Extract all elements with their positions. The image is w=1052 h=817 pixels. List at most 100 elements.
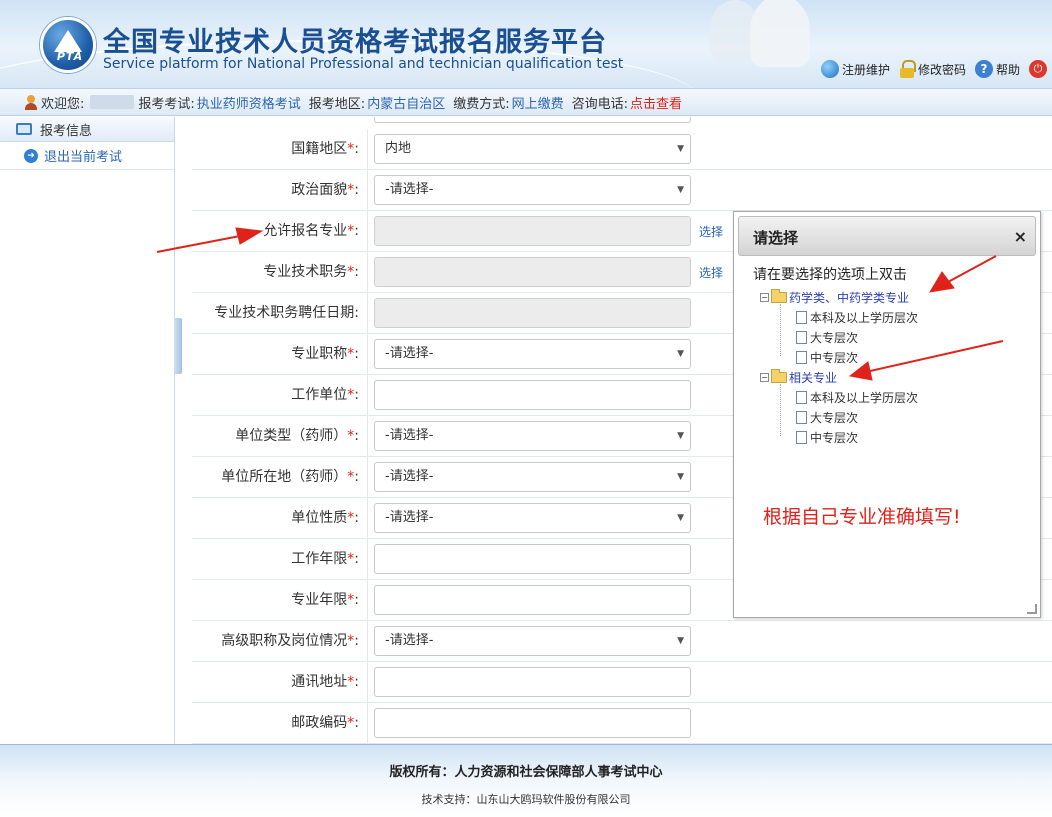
tree-leaf-node[interactable]: 本科及以上学历层次 xyxy=(796,308,918,326)
form-row: 政治面貌*: -请选择- xyxy=(192,170,1052,211)
help-icon: ? xyxy=(974,60,993,78)
tree-folder-label[interactable]: 相关专业 xyxy=(789,369,837,386)
select-field[interactable]: -请选择- xyxy=(374,421,691,451)
select-field[interactable]: -请选择- xyxy=(374,503,691,533)
tech-support-text: 技术支持：山东山大鸥玛软件股份有限公司 xyxy=(421,793,631,806)
site-header: PTA 全国专业技术人员资格考试报名服务平台 Service platform … xyxy=(0,0,1052,88)
field-label: 专业职称*: xyxy=(192,334,368,374)
close-icon[interactable]: × xyxy=(1014,227,1027,246)
tree-leaf-node[interactable]: 中专层次 xyxy=(796,348,858,366)
sidebar-item-exit-exam[interactable]: ➜ 退出当前考试 xyxy=(0,142,174,170)
text-field[interactable] xyxy=(374,544,691,574)
label-colon: : xyxy=(354,428,359,444)
field-label-text: 工作单位 xyxy=(291,387,348,403)
field-label-text: 通讯地址 xyxy=(291,674,348,690)
label-colon: : xyxy=(354,141,359,157)
change-password-link[interactable]: 修改密码 xyxy=(899,60,966,78)
text-field[interactable] xyxy=(374,585,691,615)
tree-leaf-node[interactable]: 中专层次 xyxy=(796,428,858,446)
field-label: 单位性质*: xyxy=(192,498,368,538)
sidebar-collapse-handle[interactable] xyxy=(174,318,182,374)
field-label: 政治面貌*: xyxy=(192,170,368,210)
phone-view-link[interactable]: 点击查看 xyxy=(630,93,682,112)
field-label-text: 政治面貌 xyxy=(291,182,348,198)
label-colon: : xyxy=(354,182,359,198)
label-colon: : xyxy=(354,715,359,731)
sidebar-header-label: 报考信息 xyxy=(40,123,93,139)
field-label-text: 单位所在地（药师） xyxy=(221,469,348,485)
exam-label: 报考考试: xyxy=(138,96,195,112)
collapse-toggle-icon[interactable]: − xyxy=(760,372,769,382)
region-value: 内蒙古自治区 xyxy=(367,96,446,112)
tree-leaf-label[interactable]: 本科及以上学历层次 xyxy=(810,389,918,406)
logout-button[interactable]: ⏻ xyxy=(1029,60,1047,78)
tree-leaf-label[interactable]: 大专层次 xyxy=(810,409,858,426)
tree-leaf-label[interactable]: 中专层次 xyxy=(810,429,858,446)
register-maintain-link[interactable]: 注册维护 xyxy=(820,60,890,78)
field-label-text: 专业技术职务聘任日期 xyxy=(214,305,355,321)
select-field[interactable]: -请选择- xyxy=(374,462,691,492)
field-label: 高级职称及岗位情况*: xyxy=(192,621,368,661)
field-label: 单位类型（药师）*: xyxy=(192,416,368,456)
field-label: 专业技术职务聘任日期: xyxy=(192,293,368,333)
label-colon: : xyxy=(354,346,359,362)
field-label: 通讯地址*: xyxy=(192,662,368,702)
tree-folder-label[interactable]: 药学类、中药学类专业 xyxy=(789,289,909,306)
readonly-field[interactable] xyxy=(374,298,691,328)
field-label-text: 国籍地区 xyxy=(291,141,348,157)
welcome-label: 欢迎您: xyxy=(41,96,85,112)
form-row: 邮政编码*: xyxy=(192,703,1052,744)
readonly-field[interactable] xyxy=(374,216,691,246)
tree-leaf-node[interactable]: 大专层次 xyxy=(796,328,858,346)
text-field[interactable] xyxy=(374,708,691,738)
form-row: 国籍地区*: 内地 xyxy=(192,129,1052,170)
label-colon: : xyxy=(354,510,359,526)
select-field[interactable]: -请选择- xyxy=(374,626,691,656)
text-field[interactable] xyxy=(374,667,691,697)
region-label: 报考地区: xyxy=(308,96,366,112)
folder-icon xyxy=(771,288,787,303)
site-title-en: Service platform for National Profession… xyxy=(103,56,624,72)
tree-leaf-node[interactable]: 本科及以上学历层次 xyxy=(796,388,918,406)
tree-leaf-label[interactable]: 中专层次 xyxy=(810,349,858,366)
select-major-dialog: 请选择 × 请在要选择的选项上双击 − 药学类、中药学类专业 本科及以上学历层次 大专… xyxy=(733,211,1041,618)
power-icon: ⏻ xyxy=(1029,60,1047,78)
info-panel-icon xyxy=(16,123,32,135)
select-field[interactable]: 内地 xyxy=(374,134,691,164)
pta-logo: PTA xyxy=(40,17,96,73)
tree-folder-node[interactable]: − 相关专业 xyxy=(760,368,837,386)
select-field[interactable]: -请选择- xyxy=(374,339,691,369)
resize-handle-icon[interactable] xyxy=(1027,604,1037,614)
header-links: 注册维护 修改密码 ? 帮助 ⏻ xyxy=(820,60,1052,78)
field-label-text: 专业职称 xyxy=(291,346,348,362)
text-field[interactable] xyxy=(374,380,691,410)
folder-icon xyxy=(771,368,787,383)
field-label-text: 允许报名专业 xyxy=(263,223,348,239)
dialog-hint: 请在要选择的选项上双击 xyxy=(753,267,907,283)
user-icon xyxy=(24,94,38,110)
tree-leaf-node[interactable]: 大专层次 xyxy=(796,408,858,426)
label-colon: : xyxy=(354,674,359,690)
label-colon: : xyxy=(354,469,359,485)
tree-leaf-label[interactable]: 本科及以上学历层次 xyxy=(810,309,918,326)
logo-triangle xyxy=(54,30,82,52)
sidebar: 报考信息 ➜ 退出当前考试 xyxy=(0,117,175,744)
field-label-text: 邮政编码 xyxy=(291,715,348,731)
site-title-cn: 全国专业技术人员资格考试报名服务平台 xyxy=(103,27,607,58)
choose-link[interactable]: 选择 xyxy=(699,264,723,281)
label-colon: : xyxy=(354,264,359,280)
field-label: 允许报名专业*: xyxy=(192,211,368,251)
choose-link[interactable]: 选择 xyxy=(699,223,723,240)
person-silhouette xyxy=(750,0,810,67)
header-people-image xyxy=(700,0,820,70)
help-link[interactable]: ? 帮助 xyxy=(974,60,1020,78)
document-icon xyxy=(796,410,807,424)
tree-leaf-label[interactable]: 大专层次 xyxy=(810,329,858,346)
sidebar-header: 报考信息 xyxy=(0,117,174,142)
tree-guide-line xyxy=(780,384,781,436)
tree-folder-node[interactable]: − 药学类、中药学类专业 xyxy=(760,288,909,306)
readonly-field[interactable] xyxy=(374,257,691,287)
select-field[interactable]: -请选择- xyxy=(374,175,691,205)
collapse-toggle-icon[interactable]: − xyxy=(760,292,769,302)
site-footer: 版权所有：人力资源和社会保障部人事考试中心 技术支持：山东山大鸥玛软件股份有限公… xyxy=(0,744,1052,817)
